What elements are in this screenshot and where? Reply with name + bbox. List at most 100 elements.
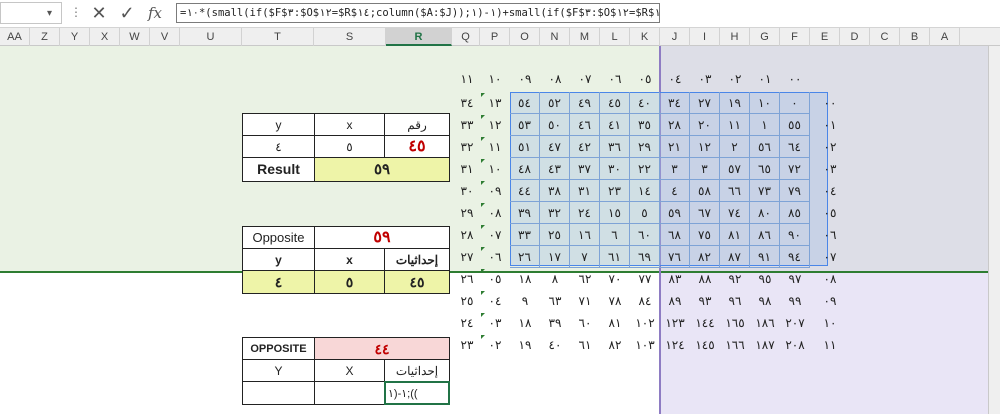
column-header-a[interactable]: A [930, 28, 960, 46]
grid-cell[interactable]: ١٧ [540, 246, 570, 268]
row-label-cell[interactable]: ٠٣ [815, 158, 845, 180]
grid-cell[interactable]: ٧٥ [690, 224, 720, 246]
grid-cell[interactable]: ٥٣ [510, 114, 540, 136]
row-label-cell[interactable]: ٠٦ [815, 224, 845, 246]
grid-cell[interactable]: ٢٦ [452, 268, 482, 290]
grid-cell[interactable]: ٤٠ [630, 92, 660, 114]
cancel-button[interactable]: ✕ [88, 2, 110, 24]
grid-header-cell[interactable]: ٠٩ [510, 68, 540, 90]
grid-cell[interactable]: ٧٤ [720, 202, 750, 224]
grid-cell[interactable]: ٨٠ [750, 202, 780, 224]
grid-cell[interactable]: ١ [750, 114, 780, 136]
grid-cell[interactable]: ٦٠ [630, 224, 660, 246]
value-coordinates[interactable]: ٤٥ [385, 271, 449, 293]
grid-cell[interactable]: ٢ [720, 136, 750, 158]
value-y[interactable]: ٤ [243, 271, 315, 293]
grid-header-cell[interactable]: ١١ [452, 68, 482, 90]
grid-cell[interactable]: ٣٧ [570, 158, 600, 180]
column-header-x[interactable]: X [90, 28, 120, 46]
grid-cell[interactable]: ٢١ [660, 136, 690, 158]
grid-cell[interactable]: ٣٢ [452, 136, 482, 158]
grid-header-cell[interactable]: ٠٥ [630, 68, 660, 90]
grid-cell[interactable]: ٧٧ [630, 268, 660, 290]
grid-cell[interactable]: ٧٠ [600, 268, 630, 290]
grid-cell[interactable]: ٢٦ [510, 246, 540, 268]
grid-cell[interactable]: ١١ [720, 114, 750, 136]
grid-cell[interactable]: ٤٢ [570, 136, 600, 158]
column-header-h[interactable]: H [720, 28, 750, 46]
grid-cell[interactable]: ٨٢ [690, 246, 720, 268]
grid-cell[interactable]: ٣٠ [452, 180, 482, 202]
grid-cell[interactable]: ٧٩ [780, 180, 810, 202]
row-label-cell[interactable]: ٠٤ [815, 180, 845, 202]
formula-input[interactable]: =١٠*(small(if($F$٣:$O$١٢=$R$١٤;column($A… [176, 3, 660, 23]
grid-cell[interactable]: ٤٣ [540, 158, 570, 180]
grid-cell[interactable]: ٥٧ [720, 158, 750, 180]
grid-cell[interactable]: ٥٥ [780, 114, 810, 136]
grid-cell[interactable]: ١٠٣ [630, 334, 660, 356]
grid-cell[interactable]: ٣٤ [660, 92, 690, 114]
grid-cell[interactable]: ١٦٥ [720, 312, 750, 334]
column-header-m[interactable]: M [570, 28, 600, 46]
grid-cell[interactable]: ٥٩ [660, 202, 690, 224]
grid-cell[interactable]: ٣٢ [540, 202, 570, 224]
grid-cell[interactable]: ٢٠ [690, 114, 720, 136]
row-label-cell[interactable]: ٠٥ [815, 202, 845, 224]
grid-cell[interactable]: ٣٨ [540, 180, 570, 202]
value-x[interactable]: ٥ [315, 136, 385, 158]
row-label-cell[interactable]: ٠٠ [815, 92, 845, 114]
grid-cell[interactable]: ١٨ [510, 312, 540, 334]
column-header-j[interactable]: J [660, 28, 690, 46]
column-header-u[interactable]: U [180, 28, 242, 46]
column-header-r[interactable]: R [386, 28, 452, 46]
grid-cell[interactable]: ٦٨ [660, 224, 690, 246]
column-header-aa[interactable]: AA [0, 28, 30, 46]
grid-cell[interactable]: ٢٧ [690, 92, 720, 114]
grid-cell[interactable]: ٧٦ [660, 246, 690, 268]
column-header-e[interactable]: E [810, 28, 840, 46]
grid-header-cell[interactable]: ٠٣ [690, 68, 720, 90]
grid-cell[interactable]: ٧١ [570, 290, 600, 312]
grid-header-cell[interactable]: ١٠ [480, 68, 510, 90]
grid-cell[interactable]: ٢٤ [452, 312, 482, 334]
grid-cell[interactable]: ٩٨ [750, 290, 780, 312]
column-header-y[interactable]: Y [60, 28, 90, 46]
grid-cell[interactable]: ٨٢ [600, 334, 630, 356]
row-label-cell[interactable]: ٠١ [815, 114, 845, 136]
column-header-o[interactable]: O [510, 28, 540, 46]
grid-cell[interactable]: ٣ [660, 158, 690, 180]
grid-cell[interactable]: ٧٢ [780, 158, 810, 180]
grid-cell[interactable]: ٤٨ [510, 158, 540, 180]
grid-cell[interactable]: ٤١ [600, 114, 630, 136]
grid-cell[interactable]: ٩٤ [780, 246, 810, 268]
column-header-d[interactable]: D [840, 28, 870, 46]
grid-cell[interactable]: ٩٠ [780, 224, 810, 246]
sheet-grid[interactable]: ١١ ١٠ ٠٩ ٠٨ ٠٧ ٠٦ ٠٥ ٠٤ ٠٣ ٠٢ ٠١ ٠٠ ٣٤ ١٣ ٥٤ ٥٢ ٤٩ ٤٥ ٤٠ ٣٤… [0, 46, 988, 414]
opposite-value[interactable]: ٤٤ [315, 338, 449, 360]
name-box[interactable]: ▾ [0, 2, 62, 24]
value-y[interactable] [243, 382, 315, 404]
active-cell-editor[interactable]: ١-(١;(( [384, 381, 450, 405]
grid-cell[interactable]: ٢٨ [660, 114, 690, 136]
grid-cell[interactable]: ٨٤ [630, 290, 660, 312]
grid-cell[interactable]: ٩١ [750, 246, 780, 268]
grid-cell[interactable]: ٢٠٨ [780, 334, 810, 356]
grid-cell[interactable]: ٤٤ [510, 180, 540, 202]
grid-cell[interactable]: ١٦ [570, 224, 600, 246]
grid-cell[interactable]: ٥٠ [540, 114, 570, 136]
enter-button[interactable]: ✓ [116, 2, 138, 24]
grid-cell[interactable]: ٢٥ [540, 224, 570, 246]
column-header-s[interactable]: S [314, 28, 386, 46]
grid-cell[interactable]: ٥٢ [540, 92, 570, 114]
grid-cell[interactable]: ٩٩ [780, 290, 810, 312]
grid-cell[interactable]: ٨٨ [690, 268, 720, 290]
grid-cell[interactable]: ٧ [570, 246, 600, 268]
opposite-value[interactable]: ٥٩ [315, 227, 449, 249]
column-header-p[interactable]: P [480, 28, 510, 46]
grid-cell[interactable]: ٦٥ [750, 158, 780, 180]
grid-cell[interactable]: ١٤٤ [690, 312, 720, 334]
grid-cell[interactable]: ٨١ [720, 224, 750, 246]
grid-cell[interactable]: ٣٣ [510, 224, 540, 246]
grid-cell[interactable]: ٣٦ [600, 136, 630, 158]
grid-cell[interactable]: ٦٧ [690, 202, 720, 224]
